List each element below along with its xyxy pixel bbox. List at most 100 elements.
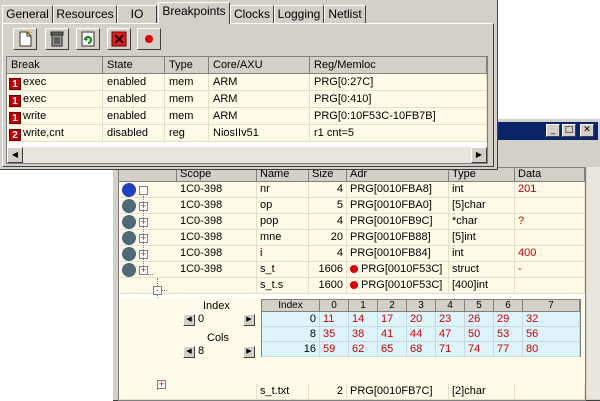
grid-value-cell[interactable]: 32 <box>523 312 580 327</box>
grid-header-cell[interactable]: 1 <box>349 300 378 312</box>
tab-clocks[interactable]: Clocks <box>230 5 274 23</box>
grid-value-cell[interactable]: 68 <box>407 342 436 357</box>
grid-value-cell[interactable]: 14 <box>349 312 378 327</box>
header-adr[interactable]: Adr <box>347 168 449 182</box>
breakpoint-row[interactable]: 1 write enabled mem ARM PRG[0:10F53C-10FB7B] <box>7 108 487 125</box>
scroll-left-icon[interactable]: ◀ <box>7 147 23 163</box>
grid-value-cell[interactable]: 71 <box>436 342 465 357</box>
scroll-right-icon[interactable]: ▶ <box>471 147 487 163</box>
grid-value-cell[interactable]: 59 <box>320 342 349 357</box>
grid-header-cell[interactable]: 7 <box>523 300 580 312</box>
grid-header-cell[interactable]: 5 <box>465 300 494 312</box>
grid-value-cell[interactable]: 26 <box>465 312 494 327</box>
breakpoint-row[interactable]: 1 exec enabled mem ARM PRG[0:27C] <box>7 74 487 91</box>
cols-value[interactable]: 8 <box>198 345 204 357</box>
header-type[interactable]: Type <box>165 57 209 74</box>
grid-value-cell[interactable]: 29 <box>494 312 523 327</box>
grid-value-cell[interactable]: 17 <box>378 312 407 327</box>
grid-header-cell[interactable]: 4 <box>436 300 465 312</box>
breakpoint-row[interactable]: 1 exec enabled mem ARM PRG[0:410] <box>7 91 487 108</box>
tree-node-icon[interactable]: + <box>157 380 166 389</box>
breakpoints-window: General Resources IO Breakpoints Clocks … <box>0 0 498 170</box>
grid-value-cell[interactable]: 53 <box>494 327 523 342</box>
grid-value-cell[interactable]: 80 <box>523 342 580 357</box>
delete-all-button[interactable] <box>45 28 69 50</box>
grid-value-cell[interactable]: 50 <box>465 327 494 342</box>
index-increment-button[interactable]: ▶ <box>243 314 255 326</box>
breakpoint-cell-core: ARM <box>209 91 310 108</box>
breakpoint-cell-break: 1 exec <box>7 91 103 108</box>
grid-header-cell[interactable]: 2 <box>378 300 407 312</box>
cols-increment-button[interactable]: ▶ <box>243 346 255 358</box>
index-decrement-button[interactable]: ◀ <box>183 314 195 326</box>
grid-value-cell[interactable]: 65 <box>378 342 407 357</box>
close-icon[interactable]: ✕ <box>580 124 594 137</box>
new-breakpoint-button[interactable] <box>13 28 37 50</box>
grid-value-cell[interactable]: 11 <box>320 312 349 327</box>
grid-value-cell[interactable]: 47 <box>436 327 465 342</box>
tree-node-icon[interactable] <box>139 186 148 195</box>
watch-row[interactable]: 1C0-398 pop 4 PRG[0010FB9C] *char? <box>119 214 585 230</box>
watch-row[interactable]: s_t.txt 2 PRG[0010FB7C] [2]char <box>119 384 585 400</box>
grid-header-cell[interactable]: Index <box>262 300 320 312</box>
tab-logging[interactable]: Logging <box>274 5 324 23</box>
grid-value-cell[interactable]: 77 <box>494 342 523 357</box>
grid-value-cell[interactable]: 44 <box>407 327 436 342</box>
breakpoint-row[interactable]: 2 write,cnt disabled reg NiosIIv51 r1 cnt=5 <box>7 125 487 142</box>
tab-io[interactable]: IO <box>117 5 157 23</box>
header-state[interactable]: State <box>103 57 165 74</box>
breakpoint-cell-break: 1 exec <box>7 74 103 91</box>
watch-row[interactable]: 1C0-398 op 5 PRG[0010FBA0] [5]char <box>119 198 585 214</box>
watch-row[interactable]: s_t.s 1600 PRG[0010F53C] [400]int <box>119 278 585 294</box>
grid-header-cell[interactable]: 6 <box>494 300 523 312</box>
watch-row[interactable]: 1C0-398 mne 20 PRG[0010FB88] [5]int <box>119 230 585 246</box>
cols-decrement-button[interactable]: ◀ <box>183 346 195 358</box>
header-reg-memloc[interactable]: Reg/Memloc <box>310 57 487 74</box>
grid-header-cell[interactable]: 0 <box>320 300 349 312</box>
toggle-breakpoint-button[interactable] <box>137 28 161 50</box>
breakpoints-horizontal-scrollbar[interactable]: ◀ ▶ <box>7 147 487 163</box>
index-value[interactable]: 0 <box>198 313 204 325</box>
header-type[interactable]: Type <box>449 168 515 182</box>
breakpoint-dot-icon[interactable] <box>350 281 358 289</box>
header-name[interactable]: Name <box>257 168 309 182</box>
tab-general[interactable]: General <box>2 5 53 23</box>
watch-cell-size: 1606 <box>309 262 347 278</box>
watch-cell-adr: PRG[0010FB9C] <box>347 214 449 230</box>
remove-breakpoint-button[interactable] <box>107 28 131 50</box>
watch-vertical-scrollbar[interactable] <box>587 167 600 399</box>
variable-icon <box>122 231 136 245</box>
breakpoint-dot-icon[interactable] <box>350 265 358 273</box>
grid-value-cell[interactable]: 23 <box>436 312 465 327</box>
header-scope[interactable]: Scope <box>177 168 257 182</box>
grid-value-cell[interactable]: 20 <box>407 312 436 327</box>
grid-value-cell[interactable]: 74 <box>465 342 494 357</box>
grid-value-cell[interactable]: 56 <box>523 327 580 342</box>
grid-value-cell[interactable]: 38 <box>349 327 378 342</box>
grid-value-cell[interactable]: 62 <box>349 342 378 357</box>
tab-breakpoints[interactable]: Breakpoints <box>158 2 230 24</box>
header-core-axu[interactable]: Core/AXU <box>209 57 310 74</box>
header-data[interactable]: Data <box>515 168 585 182</box>
watch-row[interactable]: 1C0-398 nr 4 PRG[0010FBA8] int 201 <box>119 182 585 198</box>
new-document-icon <box>19 29 33 47</box>
collapse-icon[interactable]: - <box>153 286 162 295</box>
tab-resources[interactable]: Resources <box>53 5 117 23</box>
breakpoint-cell-core: ARM <box>209 108 310 125</box>
grid-value-cell[interactable]: 41 <box>378 327 407 342</box>
watch-row[interactable]: 1C0-398 i 4 PRG[0010FB84] int 400 <box>119 246 585 262</box>
breakpoint-name: exec <box>23 76 47 88</box>
grid-header-cell[interactable]: 3 <box>407 300 436 312</box>
tab-netlist[interactable]: Netlist <box>324 5 366 23</box>
maximize-icon[interactable]: □ <box>562 124 576 137</box>
breakpoint-number-icon: 1 <box>9 112 21 124</box>
refresh-button[interactable] <box>76 28 100 50</box>
header-break[interactable]: Break <box>7 57 103 74</box>
minimize-icon[interactable]: _ <box>546 124 560 137</box>
breakpoint-number-icon: 2 <box>9 129 21 141</box>
header-size[interactable]: Size <box>309 168 347 182</box>
watch-row[interactable]: 1C0-398 s_t 1606 PRG[0010F53C] struct - <box>119 262 585 278</box>
grid-value-cell[interactable]: 35 <box>320 327 349 342</box>
watch-cell-data: 400 <box>515 246 585 262</box>
watch-cell-size: 4 <box>309 246 347 262</box>
